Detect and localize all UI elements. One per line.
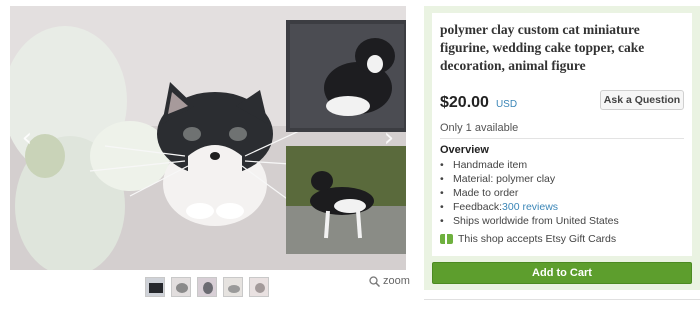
divider xyxy=(424,299,700,300)
thumbnail[interactable] xyxy=(171,277,191,297)
divider xyxy=(440,138,684,139)
listing-info-panel: polymer clay custom cat miniature figuri… xyxy=(424,6,700,290)
zoom-button[interactable]: zoom xyxy=(369,275,410,287)
add-to-cart-button[interactable]: Add to Cart xyxy=(432,262,692,284)
chevron-right-icon: › xyxy=(383,123,395,153)
listing-image-gallery[interactable]: ‹ › xyxy=(10,6,406,270)
list-item: • Ships worldwide from United States xyxy=(440,215,619,227)
currency-code: USD xyxy=(495,99,518,110)
price-row: $20.00 USD xyxy=(440,94,517,112)
list-item: • Feedback: 300 reviews xyxy=(440,200,559,214)
thumbnail[interactable] xyxy=(197,277,217,297)
thumbnail[interactable] xyxy=(249,277,269,297)
reviews-link[interactable]: 300 reviews xyxy=(502,200,558,214)
list-item: • Made to order xyxy=(440,187,519,199)
zoom-label: zoom xyxy=(383,275,410,287)
gift-card-text: This shop accepts Etsy Gift Cards xyxy=(458,233,617,245)
list-item: • Material: polymer clay xyxy=(440,173,556,185)
gift-card-icon xyxy=(440,234,453,244)
chevron-left-icon: ‹ xyxy=(21,123,33,153)
overview-list: • Handmade item • Material: polymer clay •… xyxy=(440,158,619,228)
main-listing-photo xyxy=(10,6,406,270)
magnifier-icon xyxy=(369,275,380,287)
ask-question-button[interactable]: Ask a Question xyxy=(600,90,684,110)
thumbnail-strip xyxy=(145,277,269,297)
previous-photo-button[interactable]: ‹ xyxy=(14,116,40,160)
listing-details: polymer clay custom cat miniature figuri… xyxy=(432,13,692,256)
next-photo-button[interactable]: › xyxy=(376,116,402,160)
overview-heading: Overview xyxy=(440,144,489,156)
list-item: • Handmade item xyxy=(440,159,528,171)
thumbnail[interactable] xyxy=(223,277,243,297)
price: $20.00 xyxy=(440,94,489,111)
thumbnail[interactable] xyxy=(145,277,165,297)
gift-card-notice: This shop accepts Etsy Gift Cards xyxy=(440,233,616,245)
availability-text: Only 1 available xyxy=(440,122,519,134)
listing-title: polymer clay custom cat miniature figuri… xyxy=(440,22,645,73)
